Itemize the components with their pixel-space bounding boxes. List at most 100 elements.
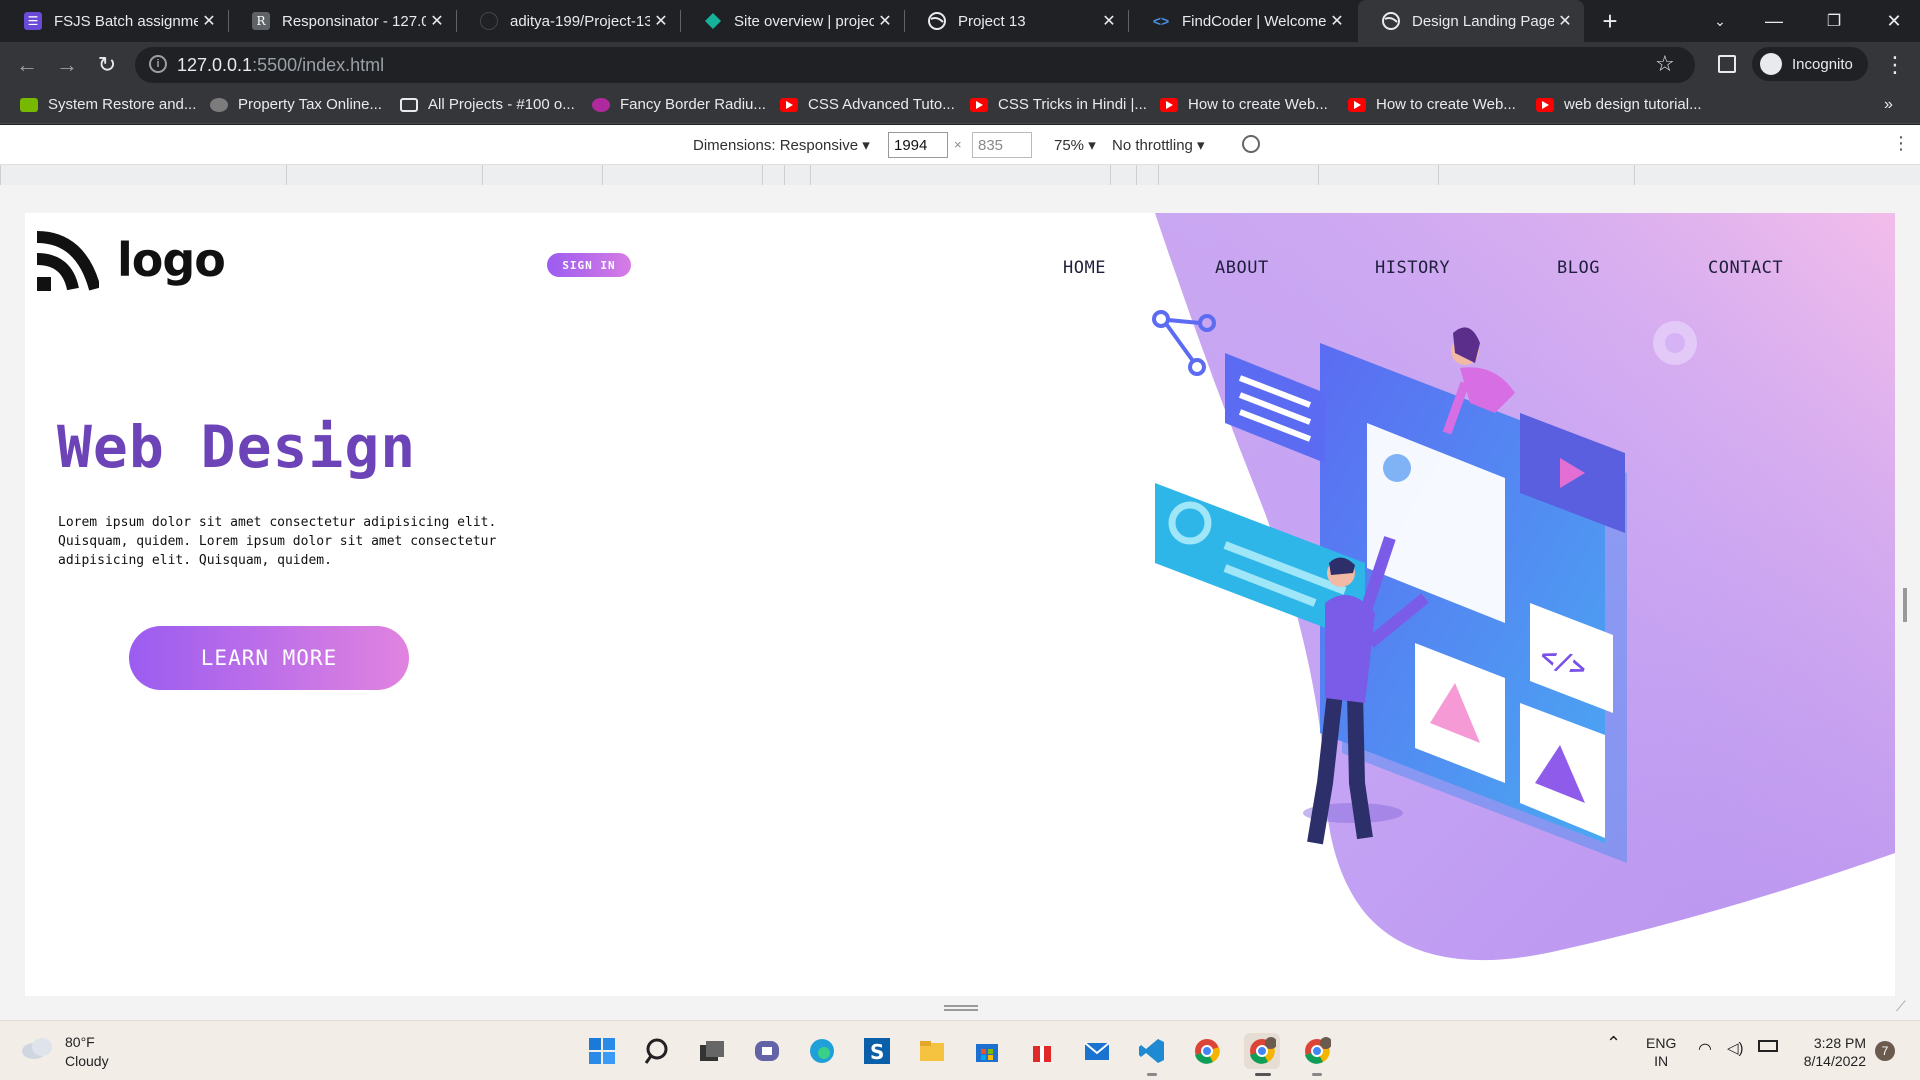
- globe-icon: [1382, 12, 1400, 30]
- forward-icon[interactable]: →: [52, 50, 82, 80]
- gift-icon[interactable]: [1024, 1033, 1060, 1069]
- svg-text:S: S: [870, 1040, 884, 1064]
- youtube-icon: [1160, 97, 1178, 112]
- vscode-icon[interactable]: [1134, 1033, 1170, 1069]
- gear-icon: [1653, 321, 1697, 365]
- close-icon[interactable]: ✕: [426, 11, 448, 31]
- tab-strip: ☰ FSJS Batch assignmen ✕ R Responsinator…: [0, 0, 1920, 42]
- nav-contact[interactable]: CONTACT: [1708, 258, 1783, 278]
- height-input[interactable]: 835: [972, 132, 1032, 158]
- close-icon[interactable]: ✕: [1098, 11, 1120, 31]
- teams-chat-icon[interactable]: [749, 1033, 785, 1069]
- tab-project13[interactable]: Project 13 ✕: [904, 0, 1128, 42]
- chrome-profile-icon[interactable]: [1244, 1033, 1280, 1069]
- side-panel-icon[interactable]: [1718, 55, 1736, 73]
- close-icon[interactable]: ✕: [1554, 11, 1576, 31]
- chrome-profile-icon-2[interactable]: [1299, 1033, 1335, 1069]
- bookmark-item[interactable]: All Projects - #100 o...: [400, 96, 575, 113]
- notification-badge[interactable]: 7: [1875, 1041, 1895, 1061]
- weather-widget[interactable]: 80°F Cloudy: [65, 1033, 109, 1071]
- close-icon[interactable]: ✕: [1326, 11, 1348, 31]
- bookmark-item[interactable]: How to create Web...: [1348, 96, 1516, 113]
- bookmark-item[interactable]: web design tutorial...: [1536, 96, 1702, 113]
- youtube-icon: [970, 97, 988, 112]
- nav-blog[interactable]: BLOG: [1557, 258, 1600, 278]
- address-bar[interactable]: i 127.0.0.1:5500/index.html ☆: [135, 47, 1695, 83]
- search-icon[interactable]: [640, 1033, 676, 1069]
- new-tab-button[interactable]: +: [1585, 0, 1635, 42]
- zoom-select[interactable]: 75% ▾: [1054, 136, 1096, 154]
- codepen-icon: [400, 97, 418, 112]
- close-window-button[interactable]: ✕: [1864, 0, 1920, 42]
- start-icon[interactable]: [584, 1033, 620, 1069]
- close-icon[interactable]: ✕: [874, 11, 896, 31]
- resize-handle-right[interactable]: [1903, 588, 1907, 622]
- dimensions-select[interactable]: Dimensions: Responsive ▾: [693, 136, 870, 154]
- bookmark-item[interactable]: Property Tax Online...: [210, 96, 382, 113]
- nav-home[interactable]: HOME: [1063, 258, 1106, 278]
- webpage: logo SIGN IN HOME ABOUT HISTORY BLOG CON…: [25, 213, 1895, 996]
- tab-responsinator[interactable]: R Responsinator - 127.0 ✕: [228, 0, 456, 42]
- mail-icon[interactable]: [1079, 1033, 1115, 1069]
- tab-fsjs[interactable]: ☰ FSJS Batch assignmen ✕: [0, 0, 228, 42]
- store-icon[interactable]: [969, 1033, 1005, 1069]
- learn-more-button[interactable]: LEARN MORE: [129, 626, 409, 690]
- bookmark-item[interactable]: Fancy Border Radiu...: [592, 96, 766, 113]
- edge-icon[interactable]: [804, 1033, 840, 1069]
- resize-handle-bottom[interactable]: [944, 1005, 978, 1011]
- device-toolbar: Dimensions: Responsive ▾ 1994 × 835 75% …: [0, 125, 1920, 165]
- bookmark-item[interactable]: CSS Advanced Tuto...: [780, 96, 955, 113]
- minimize-button[interactable]: —: [1744, 0, 1804, 42]
- width-input[interactable]: 1994: [888, 132, 948, 158]
- tab-search-icon[interactable]: ⌄: [1690, 0, 1750, 42]
- url-text: 127.0.0.1:5500/index.html: [177, 55, 385, 75]
- browser-toolbar: ← → ↻ i 127.0.0.1:5500/index.html ☆ Inco…: [0, 42, 1920, 88]
- logo-text[interactable]: logo: [117, 233, 226, 287]
- more-options-icon[interactable]: ⋮: [1892, 133, 1910, 154]
- language-indicator[interactable]: ENG IN: [1646, 1034, 1676, 1070]
- task-view-icon[interactable]: [694, 1033, 730, 1069]
- r-icon: R: [252, 12, 270, 30]
- sign-in-button[interactable]: SIGN IN: [547, 253, 631, 277]
- youtube-icon: [1348, 97, 1366, 112]
- reload-icon[interactable]: ↻: [92, 50, 122, 80]
- close-icon[interactable]: ✕: [198, 11, 220, 31]
- menu-kebab-icon[interactable]: ⋮: [1880, 50, 1910, 80]
- bookmarks-bar: System Restore and... Property Tax Onlin…: [0, 88, 1920, 124]
- nav-about[interactable]: ABOUT: [1215, 258, 1269, 278]
- volume-icon[interactable]: ◁): [1727, 1040, 1744, 1058]
- bookmark-item[interactable]: CSS Tricks in Hindi |...: [970, 96, 1147, 113]
- tab-findcoder[interactable]: <> FindCoder | Welcome ✕: [1128, 0, 1356, 42]
- restore-button[interactable]: ❐: [1804, 0, 1864, 42]
- screen: ☰ FSJS Batch assignmen ✕ R Responsinator…: [0, 0, 1920, 1080]
- chrome-icon[interactable]: [1189, 1033, 1225, 1069]
- app-s-icon[interactable]: S: [859, 1033, 895, 1069]
- more-bookmarks-icon[interactable]: »: [1884, 96, 1893, 114]
- netlify-icon: [704, 12, 722, 30]
- hero-description: Lorem ipsum dolor sit amet consectetur a…: [58, 515, 497, 568]
- youtube-icon: [780, 97, 798, 112]
- incognito-badge[interactable]: Incognito: [1752, 47, 1868, 81]
- info-icon[interactable]: i: [149, 55, 167, 73]
- nav-history[interactable]: HISTORY: [1375, 258, 1450, 278]
- tab-github[interactable]: aditya-199/Project-13 ✕: [456, 0, 680, 42]
- back-icon[interactable]: ←: [12, 50, 42, 80]
- chevron-up-icon[interactable]: ⌃: [1606, 1034, 1621, 1052]
- nvidia-icon: [20, 97, 38, 112]
- throttling-select[interactable]: No throttling ▾: [1112, 136, 1205, 154]
- resize-corner-icon[interactable]: ⟋: [1896, 998, 1906, 1015]
- rotate-icon[interactable]: [1242, 135, 1260, 153]
- tab-netlify[interactable]: Site overview | project ✕: [680, 0, 904, 42]
- cloud-icon[interactable]: [20, 1035, 56, 1061]
- clock[interactable]: 3:28 PM 8/14/2022: [1796, 1034, 1866, 1070]
- bookmark-star-icon[interactable]: ☆: [1655, 51, 1675, 77]
- battery-icon[interactable]: [1758, 1040, 1778, 1052]
- tab-design-landing[interactable]: Design Landing Page ✕: [1358, 0, 1584, 42]
- wifi-icon[interactable]: ◠: [1698, 1041, 1712, 1059]
- bookmark-item[interactable]: System Restore and...: [20, 96, 196, 113]
- file-explorer-icon[interactable]: [914, 1033, 950, 1069]
- close-icon[interactable]: ✕: [650, 11, 672, 31]
- bookmark-item[interactable]: How to create Web...: [1160, 96, 1328, 113]
- web-design-illustration: </>: [1152, 310, 1697, 863]
- windows-taskbar: 80°F Cloudy S ⌃ ENG IN ◠ ◁) 3:28 PM 8/14…: [0, 1020, 1920, 1080]
